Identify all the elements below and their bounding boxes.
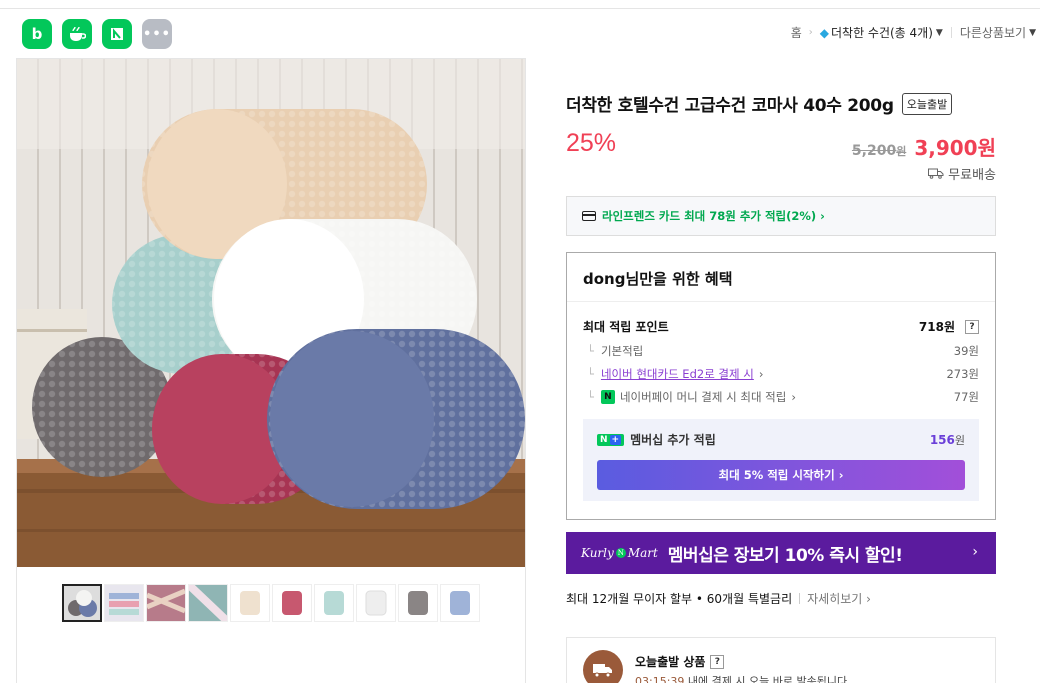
kurly-logo: Kurly N Mart [581, 546, 658, 560]
thumbnail[interactable] [230, 584, 270, 622]
installment-text: 최대 12개월 무이자 할부 • 60개월 특별금리 [566, 592, 793, 606]
points-value: 39원 [953, 344, 979, 358]
tree-branch-icon: └ [587, 344, 594, 358]
max-points-label: 최대 적립 포인트 [583, 320, 669, 334]
thumbnail[interactable] [104, 584, 144, 622]
chevron-right-icon: › [758, 367, 764, 381]
membership-start-button[interactable]: 최대 5% 적립 시작하기 › [597, 460, 965, 490]
caret-down-icon[interactable]: ▼ [1029, 28, 1036, 38]
product-main-image[interactable] [17, 59, 525, 567]
nplus-icon: N + [597, 433, 625, 446]
product-title: 더착한 호텔수건 고급수건 코마사 40수 200g [566, 96, 894, 116]
cafe-share-icon[interactable] [62, 19, 92, 49]
benefit-title: dong님만을 위한 혜택 [583, 270, 733, 288]
tree-branch-icon: └ [587, 390, 594, 404]
breadcrumb-count: (총 4개) [890, 26, 933, 40]
naverpay-icon: N [600, 390, 615, 404]
delivery-truck-icon [583, 650, 623, 683]
membership-box: N + 멤버십 추가 적립 156원 최대 5% 적립 시작하기 › [583, 419, 979, 501]
discount-rate: 25% [566, 129, 617, 157]
chevron-right-icon: › [808, 27, 813, 38]
card-promo[interactable]: 라인프렌즈 카드 최대 78원 추가 적립(2%) › [566, 196, 996, 236]
sale-price: 3,900원 [914, 136, 996, 160]
other-products-link[interactable]: 다른상품보기 [960, 24, 1026, 41]
hyundai-card-link[interactable]: 네이버 현대카드 Ed2로 결제 시 [601, 366, 754, 382]
today-shipping-badge: 오늘출발 [901, 92, 953, 115]
caret-down-icon[interactable]: ▼ [936, 28, 943, 38]
npay-points-row: └ N 네이버페이 머니 결제 시 최대 적립 › 77원 [583, 389, 979, 405]
truck-icon [928, 168, 944, 179]
points-label[interactable]: 네이버페이 머니 결제 시 최대 적립 [620, 389, 786, 405]
membership-points: 156원 [929, 432, 965, 447]
product-gallery [16, 58, 526, 683]
points-label: 기본적립 [600, 344, 644, 358]
max-points-value: 718원 [918, 320, 955, 334]
details-link[interactable]: 자세히보기 › [807, 590, 871, 607]
thumbnail[interactable] [146, 584, 186, 622]
breadcrumb-home[interactable]: 홈 [791, 24, 802, 41]
divider [567, 301, 995, 302]
thumbnail[interactable] [188, 584, 228, 622]
thumbnail-strip [62, 584, 480, 622]
original-price: 5,200원 [851, 143, 907, 159]
bookmark-share-icon[interactable] [102, 19, 132, 49]
tree-branch-icon: └ [587, 367, 594, 381]
thumbnail[interactable] [398, 584, 438, 622]
benefit-panel: dong님만을 위한 혜택 최대 적립 포인트 718원? └ 기본적립 39원 … [566, 252, 996, 520]
installment-info: 최대 12개월 무이자 할부 • 60개월 특별금리 자세히보기 › [566, 590, 871, 607]
membership-label: 멤버십 추가 적립 [630, 433, 716, 447]
membership-row: N + 멤버십 추가 적립 156원 [597, 431, 965, 448]
kurly-banner[interactable]: Kurly N Mart 멤버십은 장보기 10% 즉시 할인! › [566, 532, 996, 574]
top-divider [0, 8, 1040, 9]
help-icon[interactable]: ? [710, 654, 725, 669]
card-points-row: └ 네이버 현대카드 Ed2로 결제 시 › 273원 [583, 366, 979, 382]
thumbnail[interactable] [62, 584, 102, 622]
shipping-info: 무료배송 [928, 164, 996, 183]
points-value: 77원 [953, 390, 979, 404]
max-points-row: 최대 적립 포인트 718원? [583, 318, 979, 335]
price-row: 5,200원 3,900원 [852, 132, 996, 161]
points-value: 273원 [946, 367, 979, 381]
divider [799, 593, 801, 604]
credit-card-icon [582, 211, 596, 221]
divider [950, 27, 952, 38]
today-delivery-desc: 03:15:39 내에 결제 시 오늘 바로 발송됩니다 [635, 675, 848, 683]
thumbnail[interactable] [440, 584, 480, 622]
help-icon[interactable]: ? [965, 319, 979, 334]
card-promo-text: 라인프렌즈 카드 최대 78원 추가 적립(2%) › [602, 209, 825, 223]
breadcrumb-current[interactable]: 더착한 수건 [831, 24, 890, 41]
diamond-icon: ◆ [819, 25, 829, 40]
chevron-right-icon: › [972, 544, 978, 560]
thumbnail[interactable] [272, 584, 312, 622]
more-share-icon[interactable]: ••• [142, 19, 172, 49]
thumbnail[interactable] [356, 584, 396, 622]
blog-share-icon[interactable]: b [22, 19, 52, 49]
share-button-row: b ••• [22, 19, 172, 49]
thumbnail[interactable] [314, 584, 354, 622]
title-row: 더착한 호텔수건 고급수건 코마사 40수 200g 오늘출발 [566, 91, 953, 116]
kurly-banner-text: 멤버십은 장보기 10% 즉시 할인! [667, 545, 903, 566]
chevron-right-icon: › [791, 390, 796, 404]
breadcrumb: 홈 › ◆ 더착한 수건 (총 4개) ▼ 다른상품보기 ▼ [791, 24, 1036, 41]
today-delivery-box: 오늘출발 상품? 03:15:39 내에 결제 시 오늘 바로 발송됩니다 [566, 637, 996, 683]
basic-points-row: └ 기본적립 39원 [583, 343, 979, 359]
today-delivery-title: 오늘출발 상품? [635, 653, 725, 670]
shipping-label: 무료배송 [948, 168, 996, 183]
